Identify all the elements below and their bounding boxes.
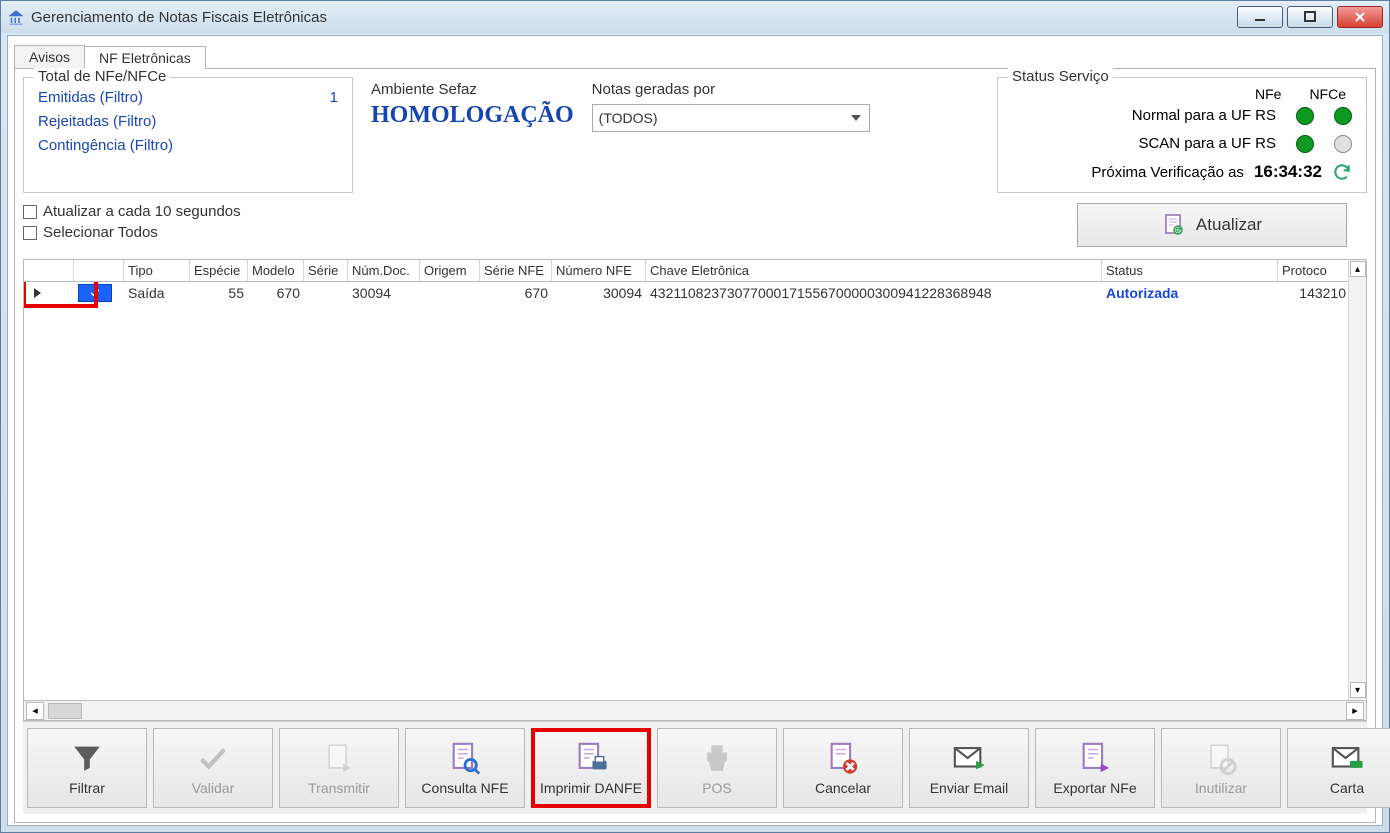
col-numero-nfe[interactable]: Número NFE	[552, 260, 646, 281]
printer-icon	[700, 740, 734, 776]
rejeitadas-label: Rejeitadas (Filtro)	[38, 110, 156, 134]
ambiente-value: HOMOLOGAÇÃO	[371, 102, 574, 129]
chk-select-all[interactable]: Selecionar Todos	[23, 224, 241, 241]
notas-por-column: Notas geradas por (TODOS)	[592, 77, 870, 193]
cell-protocolo: 143210	[1278, 285, 1350, 301]
cell-chave: 4321108237307700017155670000030094122836…	[646, 285, 1102, 301]
horizontal-scrollbar[interactable]: ◂ ▸	[24, 700, 1366, 720]
scroll-thumb[interactable]	[48, 703, 82, 719]
status-legend: Status Serviço	[1008, 68, 1113, 85]
titlebar: Gerenciamento de Notas Fiscais Eletrônic…	[1, 1, 1389, 33]
client-area: Avisos NF Eletrônicas Total de NFe/NFCe …	[7, 35, 1383, 826]
document-export-icon	[1078, 740, 1112, 776]
cell-serie-nfe: 670	[480, 285, 552, 301]
cell-modelo: 670	[248, 285, 304, 301]
prox-label: Próxima Verificação as	[1091, 164, 1244, 181]
row-checkbox[interactable]	[78, 284, 112, 302]
status-row2-label: SCAN para a UF RS	[1012, 130, 1276, 158]
tab-avisos[interactable]: Avisos	[14, 45, 85, 68]
group-status: Status Serviço NFe NFCe Normal para a UF…	[997, 77, 1367, 193]
document-disable-icon	[1204, 740, 1238, 776]
mid-row: Atualizar a cada 10 segundos Selecionar …	[23, 203, 1367, 247]
scroll-up-icon[interactable]: ▴	[1350, 261, 1366, 277]
cell-numero-nfe: 30094	[552, 285, 646, 301]
status-dot	[1296, 135, 1314, 153]
notas-por-select[interactable]: (TODOS)	[592, 104, 870, 132]
cell-status: Autorizada	[1102, 285, 1278, 301]
contingencia-label: Contingência (Filtro)	[38, 134, 173, 158]
status-dot	[1296, 107, 1314, 125]
row-indicator-icon	[34, 288, 41, 298]
notas-por-label: Notas geradas por	[592, 81, 870, 98]
close-button[interactable]	[1337, 6, 1383, 28]
col-origem[interactable]: Origem	[420, 260, 480, 281]
col-especie[interactable]: Espécie	[190, 260, 248, 281]
col-protocolo[interactable]: Protoco	[1278, 260, 1350, 281]
btn-validar[interactable]: Validar	[153, 728, 273, 808]
col-tipo[interactable]: Tipo	[124, 260, 190, 281]
btn-carta[interactable]: Carta	[1287, 728, 1390, 808]
mail-icon	[1330, 740, 1364, 776]
btn-imprimir-danfe[interactable]: Imprimir DANFE	[531, 728, 651, 808]
btn-transmitir[interactable]: Transmitir	[279, 728, 399, 808]
document-send-icon	[322, 740, 356, 776]
tab-nf-eletronicas[interactable]: NF Eletrônicas	[84, 46, 206, 69]
refresh-icon[interactable]	[1332, 162, 1352, 182]
col-status[interactable]: Status	[1102, 260, 1278, 281]
grid: Tipo Espécie Modelo Série Núm.Doc. Orige…	[23, 259, 1367, 721]
status-row1-label: Normal para a UF RS	[1012, 102, 1276, 130]
totals-legend: Total de NFe/NFCe	[34, 68, 170, 85]
table-row[interactable]: Saída 55 670 30094 670 30094 43211082373…	[24, 282, 1366, 304]
scroll-left-icon[interactable]: ◂	[26, 702, 44, 720]
col-nfce: NFCe	[1309, 86, 1346, 102]
col-chave[interactable]: Chave Eletrônica	[646, 260, 1102, 281]
top-panels: Total de NFe/NFCe Emitidas (Filtro)1 Rej…	[23, 77, 1367, 193]
status-dot	[1334, 107, 1352, 125]
cell-numdoc: 30094	[348, 285, 420, 301]
col-serie-nfe[interactable]: Série NFE	[480, 260, 552, 281]
ambiente-label: Ambiente Sefaz	[371, 81, 574, 98]
email-send-icon	[952, 740, 986, 776]
vertical-scrollbar[interactable]: ▴ ▾	[1348, 260, 1366, 700]
window-title: Gerenciamento de Notas Fiscais Eletrônic…	[31, 9, 1237, 26]
funnel-icon	[70, 740, 104, 776]
check-icon	[196, 740, 230, 776]
ambiente-column: Ambiente Sefaz HOMOLOGAÇÃO	[371, 77, 574, 193]
document-cancel-icon	[826, 740, 860, 776]
col-numdoc[interactable]: Núm.Doc.	[348, 260, 420, 281]
col-serie[interactable]: Série	[304, 260, 348, 281]
cell-tipo: Saída	[124, 285, 190, 301]
grid-header: Tipo Espécie Modelo Série Núm.Doc. Orige…	[24, 260, 1366, 282]
cell-especie: 55	[190, 285, 248, 301]
tabstrip: Avisos NF Eletrônicas	[14, 42, 1376, 68]
atualizar-button[interactable]: Atualizar	[1077, 203, 1347, 247]
app-icon	[7, 8, 25, 26]
btn-inutilizar[interactable]: Inutilizar	[1161, 728, 1281, 808]
emitidas-value: 1	[330, 86, 338, 110]
document-print-icon	[574, 740, 608, 776]
btn-pos[interactable]: POS	[657, 728, 777, 808]
prox-time: 16:34:32	[1254, 162, 1322, 182]
col-nfe: NFe	[1255, 86, 1281, 102]
chk-auto-update[interactable]: Atualizar a cada 10 segundos	[23, 203, 241, 220]
btn-filtrar[interactable]: Filtrar	[27, 728, 147, 808]
emitidas-label: Emitidas (Filtro)	[38, 86, 143, 110]
btn-enviar-email[interactable]: Enviar Email	[909, 728, 1029, 808]
btn-cancelar[interactable]: Cancelar	[783, 728, 903, 808]
btn-exportar-nfe[interactable]: Exportar NFe	[1035, 728, 1155, 808]
status-dot-grey	[1334, 135, 1352, 153]
minimize-button[interactable]	[1237, 6, 1283, 28]
col-modelo[interactable]: Modelo	[248, 260, 304, 281]
document-search-icon	[448, 740, 482, 776]
scroll-down-icon[interactable]: ▾	[1350, 682, 1366, 698]
scroll-right-icon[interactable]: ▸	[1346, 702, 1364, 720]
window: Gerenciamento de Notas Fiscais Eletrônic…	[0, 0, 1390, 833]
group-totals: Total de NFe/NFCe Emitidas (Filtro)1 Rej…	[23, 77, 353, 193]
tab-content: Total de NFe/NFCe Emitidas (Filtro) 1 Rej…	[14, 68, 1376, 823]
grid-body[interactable]: Saída 55 670 30094 670 30094 43211082373…	[24, 282, 1366, 700]
window-controls	[1237, 6, 1383, 28]
btn-consulta-nfe[interactable]: Consulta NFE	[405, 728, 525, 808]
bottom-toolbar: Filtrar Validar Transmitir Consulta NFE …	[23, 721, 1367, 814]
maximize-button[interactable]	[1287, 6, 1333, 28]
